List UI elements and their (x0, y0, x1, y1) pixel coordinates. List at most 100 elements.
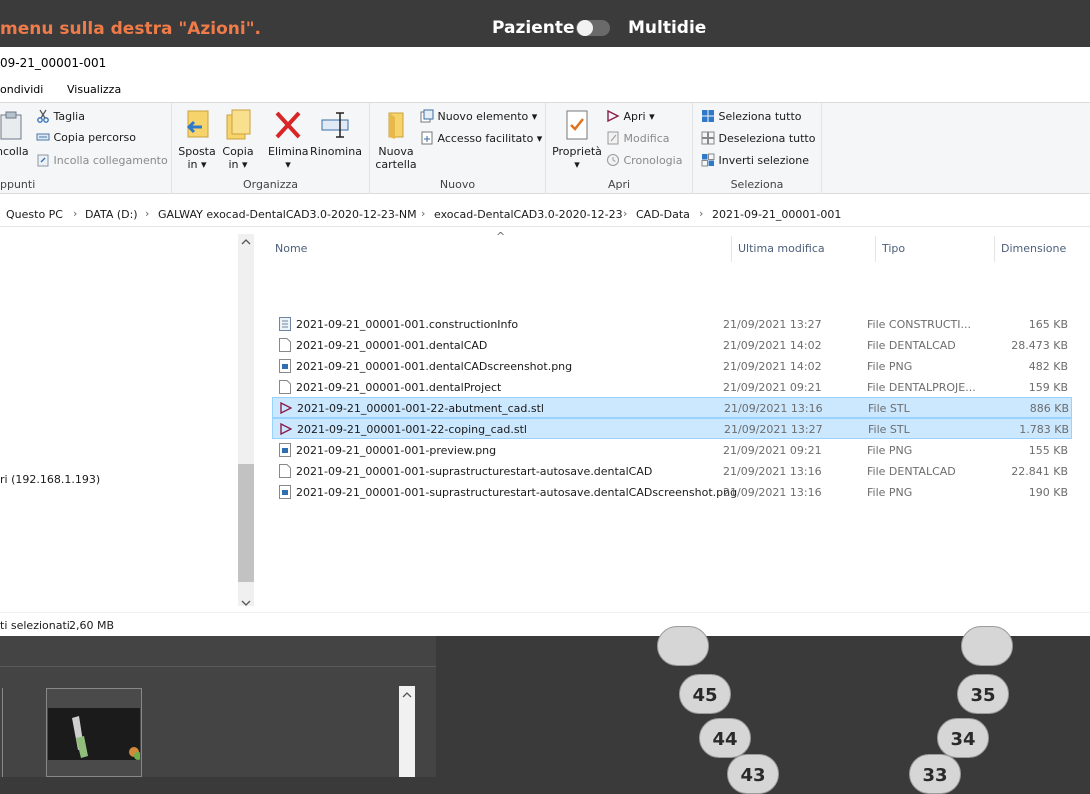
history-button[interactable]: Cronologia (606, 153, 682, 167)
breadcrumb-this-pc[interactable]: Questo PC (6, 208, 63, 221)
new-item-button[interactable]: Nuovo elemento ▾ (420, 109, 537, 123)
move-to-button[interactable]: Sposta in ▾ (176, 109, 218, 171)
move-to-icon (186, 110, 209, 138)
tooth-43[interactable]: 43 (727, 754, 779, 794)
tab-view[interactable]: Visualizza (67, 83, 121, 96)
tooth-44[interactable]: 44 (699, 718, 751, 758)
file-row[interactable]: 2021-09-21_00001-001.constructionInfo 21/… (272, 314, 1072, 335)
organize-group: Sposta in ▾ Copia in ▾ Elimina ▾ Rinomin… (172, 103, 370, 194)
file-row[interactable]: 2021-09-21_00001-001.dentalCADscreenshot… (272, 356, 1072, 377)
copy-to-button[interactable]: Copia in ▾ (218, 109, 258, 171)
rename-label: Rinomina (310, 145, 362, 158)
edit-label: Modifica (623, 132, 670, 145)
instruction-hint: menu sulla destra "Azioni". (0, 19, 262, 39)
file-size: 886 KB (1029, 402, 1069, 415)
file-row[interactable]: 2021-09-21_00001-001.dentalProject 21/09/… (272, 377, 1072, 398)
new-group-label: Nuovo (439, 178, 476, 191)
breadcrumb-data-drive[interactable]: DATA (D:) (85, 208, 138, 221)
copy-path-button[interactable]: Copia percorso (36, 131, 136, 144)
select-all-label: Seleziona tutto (718, 110, 802, 123)
breadcrumb-current-folder[interactable]: 2021-09-21_00001-001 (712, 208, 841, 221)
file-name: 2021-09-21_00001-001.dentalProject (296, 381, 502, 394)
column-header-type[interactable]: Tipo (882, 242, 905, 255)
file-modified: 21/09/2021 13:27 (723, 318, 822, 331)
paste-link-button[interactable]: Incolla collegamento (36, 153, 168, 167)
deselect-all-label: Deseleziona tutto (718, 132, 816, 145)
chevron-right-icon: › (623, 207, 628, 220)
scroll-up-icon[interactable] (402, 691, 412, 699)
paste-button[interactable]: ncolla (0, 111, 29, 158)
rename-button[interactable]: Rinomina (310, 109, 362, 158)
tab-share[interactable]: ondividi (0, 83, 43, 96)
file-type: File CONSTRUCTI... (867, 318, 972, 331)
file-row[interactable]: 2021-09-21_00001-001-suprastructurestart… (272, 461, 1072, 482)
properties-button[interactable]: Proprietà ▾ (550, 109, 604, 171)
abutment-preview-icon (72, 716, 142, 760)
tooth-36[interactable] (961, 626, 1013, 666)
file-row[interactable]: 2021-09-21_00001-001-suprastructurestart… (272, 482, 1072, 503)
column-separator[interactable] (994, 236, 995, 262)
easy-access-icon (421, 131, 433, 145)
text-file-icon (279, 317, 291, 331)
file-size: 165 KB (1028, 318, 1068, 331)
delete-button[interactable]: Elimina ▾ (268, 109, 309, 171)
properties-sub: ▾ (574, 158, 580, 171)
new-folder-button[interactable]: Nuova cartella (372, 109, 420, 171)
scroll-up-icon[interactable] (241, 238, 251, 246)
open-group-label: Apri (607, 178, 631, 191)
breadcrumb-exocad-folder[interactable]: exocad-DentalCAD3.0-2020-12-23 (434, 208, 623, 221)
nav-scrollbar-thumb[interactable] (238, 464, 254, 582)
chevron-right-icon: › (73, 207, 78, 220)
tooth-number: 44 (712, 729, 738, 750)
tooth-46[interactable] (657, 626, 709, 666)
history-label: Cronologia (623, 154, 683, 167)
file-modified: 21/09/2021 14:02 (723, 339, 822, 352)
easy-access-button[interactable]: Accesso facilitato ▾ (420, 131, 542, 145)
copy-path-icon (36, 133, 50, 141)
edit-button[interactable]: Modifica (606, 131, 669, 145)
open-button[interactable]: Apri ▾ (606, 109, 655, 123)
file-modified: 21/09/2021 13:16 (723, 465, 822, 478)
model-thumbnail[interactable] (46, 688, 142, 777)
cut-button[interactable]: Taglia (36, 109, 85, 123)
column-header-name[interactable]: Nome (275, 242, 307, 255)
multidie-label: Multidie (628, 18, 707, 38)
stl-file-icon (280, 401, 292, 415)
patient-multidie-toggle[interactable] (576, 20, 610, 36)
status-selected-size: 2,60 MB (69, 619, 115, 632)
status-selected-count: ti selezionati (0, 619, 70, 632)
tooth-35[interactable]: 35 (957, 674, 1009, 714)
image-file-icon (279, 359, 291, 373)
file-type: File STL (868, 423, 910, 436)
image-file-icon (279, 485, 291, 499)
breadcrumb-galway-folder[interactable]: GALWAY exocad-DentalCAD3.0-2020-12-23-NM (158, 208, 417, 221)
file-type: File DENTALCAD (867, 339, 956, 352)
move-to-label: Sposta (178, 145, 216, 158)
column-header-modified[interactable]: Ultima modifica (738, 242, 825, 255)
invert-selection-button[interactable]: Inverti selezione (701, 153, 809, 167)
file-name: 2021-09-21_00001-001.dentalCAD (296, 339, 488, 352)
tooth-number: 45 (692, 685, 718, 706)
nav-network-item[interactable]: ri (192.168.1.193) (0, 473, 100, 486)
breadcrumb-cad-data[interactable]: CAD-Data (636, 208, 690, 221)
file-name: 2021-09-21_00001-001.constructionInfo (296, 318, 519, 331)
column-separator[interactable] (875, 236, 876, 262)
sort-ascending-icon: ^ (496, 230, 506, 243)
column-header-size[interactable]: Dimensione (1001, 242, 1066, 255)
panel-scrollbar[interactable] (399, 686, 415, 777)
file-row[interactable]: 2021-09-21_00001-001-22-coping_cad.stl 21… (272, 418, 1072, 439)
deselect-all-button[interactable]: Deseleziona tutto (701, 131, 815, 145)
file-explorer-window: 09-21_00001-001 ondividi Visualizza ncol… (0, 47, 1090, 636)
select-all-button[interactable]: Seleziona tutto (701, 109, 801, 123)
delete-x-icon (275, 111, 301, 139)
file-row[interactable]: 2021-09-21_00001-001-preview.png 21/09/20… (272, 440, 1072, 461)
file-row[interactable]: 2021-09-21_00001-001.dentalCAD 21/09/2021… (272, 335, 1072, 356)
file-size: 22.841 KB (1011, 465, 1068, 478)
file-row[interactable]: 2021-09-21_00001-001-22-abutment_cad.stl… (272, 397, 1072, 418)
scroll-down-icon[interactable] (241, 599, 251, 607)
column-separator[interactable] (731, 236, 732, 262)
tooth-34[interactable]: 34 (937, 718, 989, 758)
tooth-45[interactable]: 45 (679, 674, 731, 714)
file-name: 2021-09-21_00001-001-suprastructurestart… (296, 486, 738, 499)
tooth-33[interactable]: 33 (909, 754, 961, 794)
